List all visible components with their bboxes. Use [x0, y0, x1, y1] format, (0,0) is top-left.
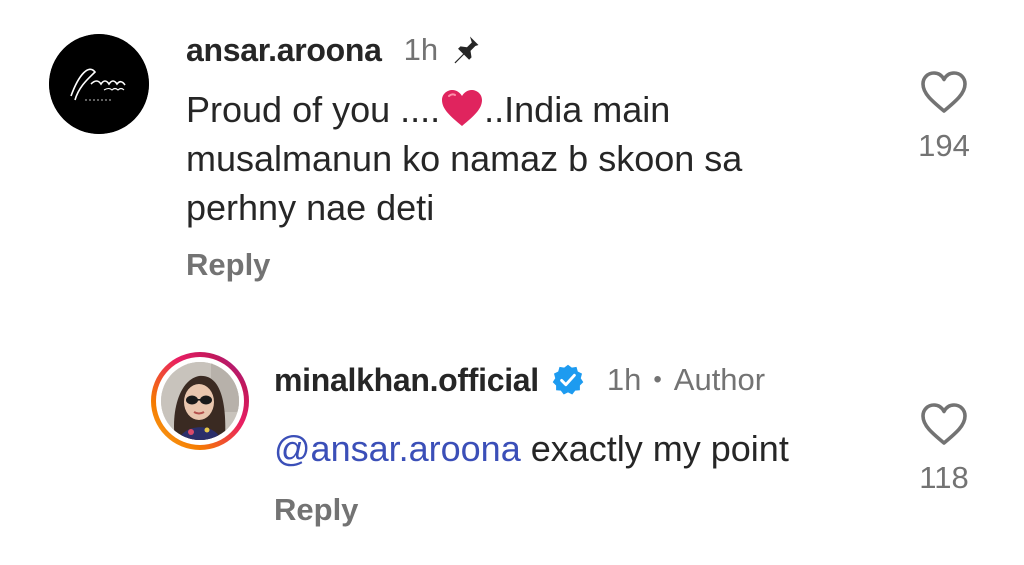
like-count: 118: [919, 460, 969, 495]
like-column: 118: [904, 402, 984, 496]
like-count: 194: [918, 128, 970, 163]
avatar-ring-gap: [156, 357, 244, 445]
pin-icon: [448, 33, 482, 67]
author-badge: Author: [673, 362, 766, 397]
comment-header: ansar.aroona 1h: [186, 28, 482, 72]
avatar[interactable]: [49, 34, 149, 134]
arona-logo: [49, 34, 149, 134]
avatar: [161, 362, 239, 440]
mention-link[interactable]: @ansar.aroona: [274, 428, 521, 469]
username[interactable]: ansar.aroona: [186, 32, 382, 69]
reply-header: minalkhan.official 1h • Author: [274, 360, 765, 400]
story-ring[interactable]: [151, 352, 249, 450]
red-heart-emoji-icon: [440, 88, 484, 128]
like-column: 194: [904, 70, 984, 164]
comment: ansar.aroona 1h Proud of you .... ..India…: [0, 0, 1024, 300]
reply-button[interactable]: Reply: [274, 492, 358, 528]
comment-text: Proud of you .... ..India main musalmanun…: [186, 85, 826, 232]
heart-outline-icon[interactable]: [920, 70, 968, 114]
comment-thread: ansar.aroona 1h Proud of you .... ..India…: [0, 0, 1024, 565]
separator-dot: •: [653, 366, 662, 393]
reply-text-body: exactly my point: [520, 428, 789, 469]
profile-photo: [161, 362, 239, 440]
username[interactable]: minalkhan.official: [274, 362, 539, 399]
timestamp: 1h: [606, 362, 642, 397]
reply-button[interactable]: Reply: [186, 247, 270, 283]
heart-outline-icon[interactable]: [920, 402, 968, 446]
verified-badge-icon: [551, 363, 585, 397]
comment-text-part: Proud of you ....: [186, 89, 441, 130]
timestamp: 1h: [403, 32, 439, 67]
reply-text: @ansar.aroona exactly my point: [274, 424, 874, 473]
